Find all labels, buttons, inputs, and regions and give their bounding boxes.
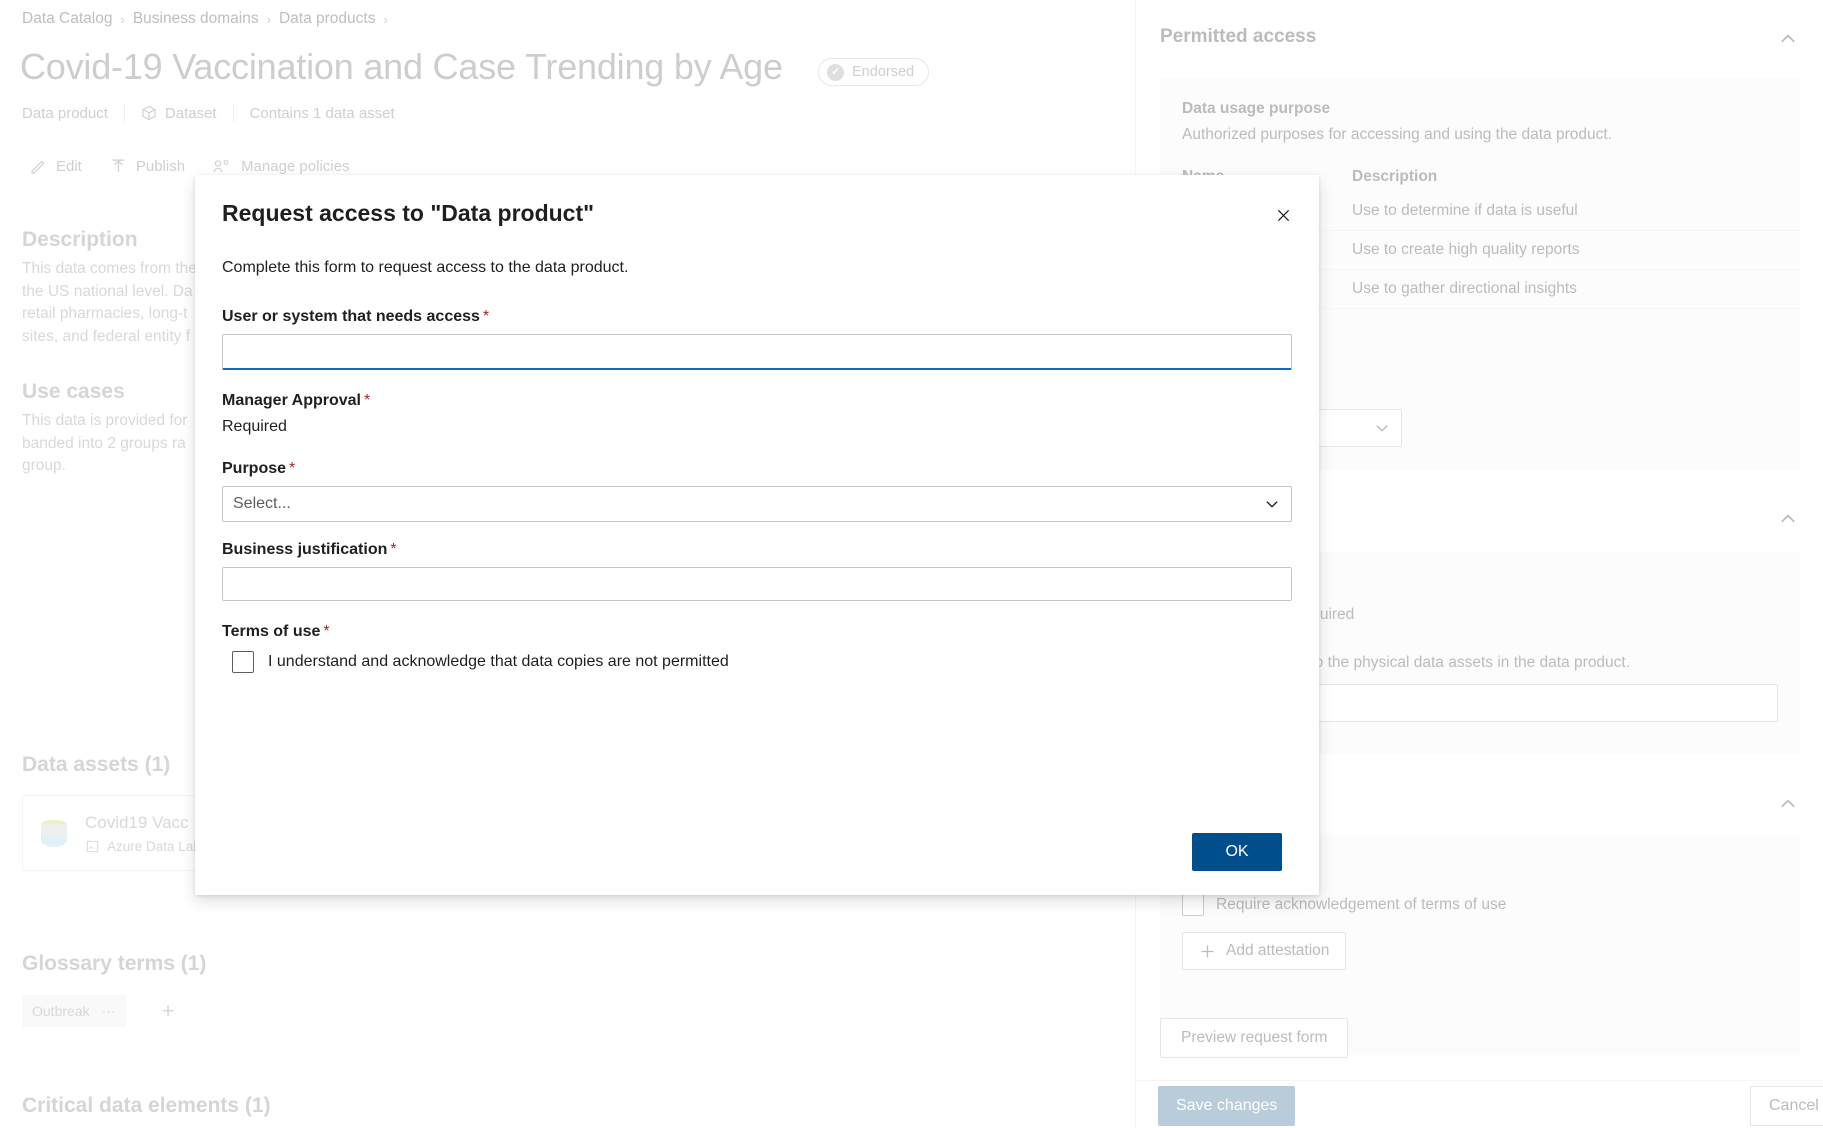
terms-collapse-chevron-up-icon[interactable] — [1777, 793, 1799, 815]
terms-checkbox-row[interactable]: I understand and acknowledge that data c… — [232, 651, 1292, 673]
use-cases-heading: Use cases — [22, 380, 125, 403]
purpose-label: Purpose * — [222, 460, 1292, 478]
request-access-dialog: Request access to "Data product" Complet… — [195, 175, 1319, 895]
user-field-label: User or system that needs access * — [222, 308, 1292, 326]
user-input[interactable] — [222, 334, 1292, 370]
lake-icon — [86, 840, 99, 852]
breadcrumb-separator-icon: › — [383, 11, 388, 27]
business-justification-label-text: Business justification — [222, 541, 388, 558]
add-glossary-term-button[interactable]: + — [152, 995, 184, 1027]
data-asset-name: Covid19 Vacc — [85, 812, 189, 832]
business-justification-input[interactable] — [222, 567, 1292, 601]
required-marker: * — [289, 460, 296, 477]
manager-approval-field: Manager Approval * Required — [222, 392, 1292, 436]
manage-policies-button[interactable]: Manage policies — [213, 158, 349, 175]
more-options-icon[interactable]: ··· — [102, 1003, 116, 1019]
user-field-label-text: User or system that needs access — [222, 308, 480, 325]
subline-assets: Contains 1 data asset — [249, 104, 395, 122]
breadcrumb-separator-icon: › — [266, 11, 271, 27]
manager-approval-label: Manager Approval * — [222, 392, 1292, 410]
page-title: Covid-19 Vaccination and Case Trending b… — [20, 46, 783, 87]
close-x-icon — [1277, 209, 1289, 221]
permitted-access-heading: Permitted access — [1160, 26, 1317, 47]
ok-button[interactable]: OK — [1192, 833, 1282, 871]
cell-description: Use to gather directional insights — [1352, 280, 1577, 297]
business-justification-field: Business justification * — [222, 541, 1292, 601]
require-ack-terms-label: Require acknowledgement of terms of use — [1216, 896, 1507, 913]
glossary-term-chip[interactable]: Outbreak ··· — [22, 995, 126, 1027]
breadcrumb-item-business-domains[interactable]: Business domains — [133, 10, 259, 28]
required-marker: * — [323, 623, 330, 640]
subline-type: Data product — [22, 104, 108, 122]
pencil-icon — [31, 160, 45, 174]
dialog-subtitle: Complete this form to request access to … — [222, 259, 629, 276]
data-asset-source-label: Azure Data Lak — [107, 838, 201, 854]
glossary-term-label: Outbreak — [32, 1003, 90, 1019]
purpose-field: Purpose * Select... — [222, 460, 1292, 522]
dialog-title: Request access to "Data product" — [222, 200, 595, 226]
database-icon — [37, 816, 71, 850]
breadcrumb-item-data-products[interactable]: Data products — [279, 10, 376, 28]
required-marker: * — [364, 392, 371, 409]
terms-of-use-label-text: Terms of use — [222, 623, 321, 640]
save-changes-button[interactable]: Save changes — [1158, 1086, 1296, 1126]
status-badge-label: Endorsed — [852, 64, 915, 80]
chevron-down-icon — [1266, 501, 1278, 508]
manager-approval-value: Required — [222, 418, 287, 435]
glossary-terms-heading: Glossary terms (1) — [22, 952, 207, 975]
data-assets-heading: Data assets (1) — [22, 753, 171, 776]
column-header-description: Description — [1352, 168, 1438, 185]
data-asset-source: Azure Data Lak — [85, 839, 200, 854]
preview-request-form-button[interactable]: Preview request form — [1160, 1018, 1349, 1058]
requirements-collapse-chevron-up-icon[interactable] — [1777, 508, 1799, 530]
business-justification-label: Business justification * — [222, 541, 1292, 559]
page-subline: Data product Dataset Contains 1 data ass… — [22, 104, 411, 122]
purpose-label-text: Purpose — [222, 460, 287, 477]
purpose-dropdown[interactable]: Select... — [222, 486, 1292, 522]
preview-request-form-label: Preview request form — [1181, 1029, 1328, 1046]
edit-button-label: Edit — [56, 158, 82, 175]
critical-data-elements-heading: Critical data elements (1) — [22, 1094, 271, 1117]
cancel-button[interactable]: Cancel — [1750, 1086, 1823, 1126]
required-marker: * — [482, 308, 490, 325]
chevron-down-icon — [1376, 425, 1388, 432]
breadcrumb-item-data-catalog[interactable]: Data Catalog — [22, 10, 112, 28]
required-marker: * — [390, 541, 397, 558]
status-badge-endorsed: ✔ Endorsed — [818, 58, 930, 86]
data-usage-purpose-description: Authorized purposes for accessing and us… — [1182, 126, 1612, 143]
people-icon — [213, 160, 229, 173]
check-circle-icon: ✔ — [827, 63, 844, 81]
manage-policies-button-label: Manage policies — [241, 158, 350, 175]
terms-of-use-label: Terms of use * — [222, 623, 1292, 641]
terms-checkbox-label: I understand and acknowledge that data c… — [268, 653, 729, 670]
close-icon[interactable] — [1265, 197, 1301, 233]
upload-arrow-icon — [112, 159, 125, 172]
package-icon — [142, 105, 156, 121]
purpose-dropdown-value: Select... — [233, 495, 291, 512]
edit-button[interactable]: Edit — [30, 158, 82, 175]
manager-approval-label-text: Manager Approval — [222, 392, 361, 409]
page-toolbar: Edit Publish Manage policies — [30, 158, 349, 175]
terms-checkbox[interactable] — [232, 651, 254, 673]
add-attestation-label: Add attestation — [1226, 942, 1330, 959]
plus-icon — [1201, 945, 1214, 957]
cell-description: Use to create high quality reports — [1352, 241, 1580, 258]
terms-of-use-field: Terms of use * I understand and acknowled… — [222, 623, 1292, 673]
app-root: Data Catalog › Business domains › Data p… — [0, 0, 1823, 1128]
breadcrumb-separator-icon: › — [120, 11, 125, 27]
subline-kind: Dataset — [125, 105, 233, 122]
permitted-access-collapse-chevron-up-icon[interactable] — [1777, 28, 1799, 50]
publish-button[interactable]: Publish — [110, 158, 185, 175]
publish-button-label: Publish — [135, 158, 186, 175]
footer-divider — [1136, 1080, 1823, 1081]
description-heading: Description — [22, 228, 138, 251]
add-attestation-button[interactable]: Add attestation — [1182, 932, 1347, 970]
cell-description: Use to determine if data is useful — [1352, 202, 1578, 219]
data-usage-purpose-label: Data usage purpose — [1182, 100, 1331, 117]
user-field: User or system that needs access * — [222, 308, 1292, 370]
subline-kind-label: Dataset — [164, 104, 217, 122]
breadcrumb: Data Catalog › Business domains › Data p… — [22, 10, 388, 28]
require-ack-terms-checkbox[interactable] — [1182, 894, 1204, 916]
